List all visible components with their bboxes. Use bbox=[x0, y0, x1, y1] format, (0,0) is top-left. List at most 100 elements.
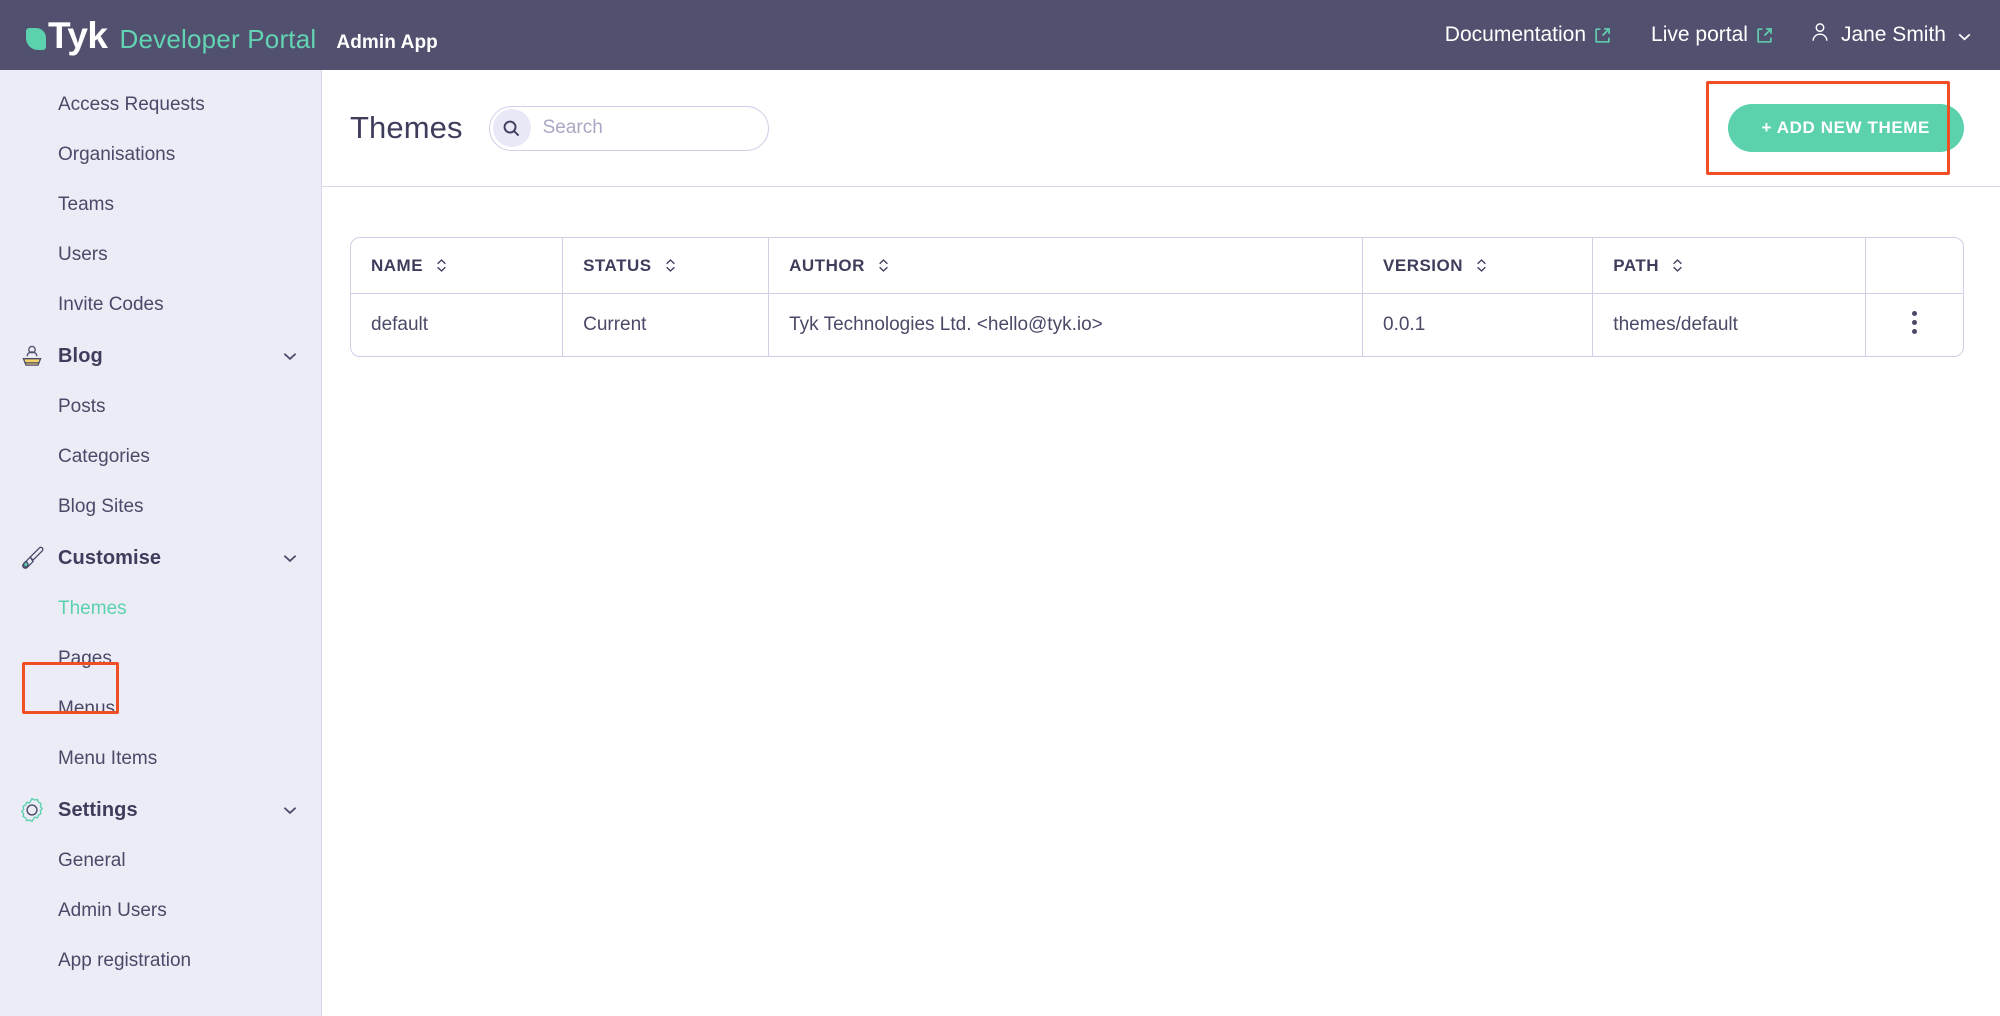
chevron-down-icon bbox=[281, 801, 299, 819]
column-header-path[interactable]: PATH bbox=[1593, 238, 1866, 294]
top-navigation-bar: Tyk Developer Portal Admin App Documenta… bbox=[0, 0, 2000, 70]
paintbrush-icon bbox=[16, 542, 48, 574]
table-header-row: NAME STATUS bbox=[351, 238, 1963, 294]
cell-actions bbox=[1866, 294, 1963, 356]
table-body: default Current Tyk Technologies Ltd. <h… bbox=[351, 294, 1963, 356]
column-header-label: NAME bbox=[371, 256, 423, 275]
sidebar-item-label: Menus bbox=[58, 698, 115, 720]
sidebar-item-label: Organisations bbox=[58, 144, 175, 166]
app-label: Admin App bbox=[336, 32, 438, 54]
sidebar-item-posts[interactable]: Posts bbox=[0, 382, 321, 432]
nav-link-documentation[interactable]: Documentation bbox=[1425, 23, 1631, 47]
sidebar-item-organisations[interactable]: Organisations bbox=[0, 130, 321, 180]
page-header: Themes + ADD NEW THEME bbox=[322, 70, 2000, 187]
column-header-label: STATUS bbox=[583, 256, 651, 275]
kebab-dot bbox=[1912, 329, 1917, 334]
column-header-label: VERSION bbox=[1383, 256, 1463, 275]
logo-wordmark: Tyk bbox=[48, 17, 108, 54]
sidebar-item-label: Posts bbox=[58, 396, 106, 418]
sort-updown-icon[interactable] bbox=[435, 258, 448, 273]
nav-link-live-portal[interactable]: Live portal bbox=[1631, 23, 1793, 47]
sidebar-item-access-requests[interactable]: Access Requests bbox=[0, 80, 321, 130]
sidebar-group-customise[interactable]: Customise bbox=[0, 532, 321, 584]
external-link-icon bbox=[1756, 27, 1773, 44]
chevron-down-icon bbox=[281, 549, 299, 567]
themes-table: NAME STATUS bbox=[350, 237, 1964, 357]
cell-name: default bbox=[351, 294, 563, 356]
gear-icon bbox=[16, 794, 48, 826]
search-icon[interactable] bbox=[493, 109, 531, 147]
sort-updown-icon[interactable] bbox=[664, 258, 677, 273]
sidebar-navigation: Access Requests Organisations Teams User… bbox=[0, 70, 322, 1016]
table-header: NAME STATUS bbox=[351, 238, 1963, 294]
sidebar-item-menus[interactable]: Menus bbox=[0, 684, 321, 734]
sidebar-item-label: Teams bbox=[58, 194, 114, 216]
sidebar-item-users[interactable]: Users bbox=[0, 230, 321, 280]
sidebar-item-label: Invite Codes bbox=[58, 294, 164, 316]
kebab-menu-icon[interactable] bbox=[1912, 307, 1917, 338]
sidebar-item-invite-codes[interactable]: Invite Codes bbox=[0, 280, 321, 330]
sidebar-item-categories[interactable]: Categories bbox=[0, 432, 321, 482]
nav-link-live-portal-label: Live portal bbox=[1651, 23, 1748, 47]
kebab-dot bbox=[1912, 320, 1917, 325]
sidebar-group-label: Settings bbox=[58, 799, 138, 822]
logo-subtitle: Developer Portal bbox=[120, 26, 317, 52]
sort-updown-icon[interactable] bbox=[877, 258, 890, 273]
brand-logo[interactable]: Tyk Developer Portal Admin App bbox=[26, 17, 438, 54]
sidebar-item-pages[interactable]: Pages bbox=[0, 634, 321, 684]
sidebar-item-label: Themes bbox=[58, 598, 127, 620]
search-box[interactable] bbox=[489, 106, 769, 151]
sidebar-item-label: Admin Users bbox=[58, 900, 167, 922]
cell-status: Current bbox=[563, 294, 769, 356]
user-menu[interactable]: Jane Smith bbox=[1793, 21, 1972, 49]
page-title: Themes bbox=[350, 110, 463, 146]
main-content: Themes + ADD NEW THEME bbox=[322, 70, 2000, 1016]
sidebar-item-label: App registration bbox=[58, 950, 191, 972]
add-new-theme-button[interactable]: + ADD NEW THEME bbox=[1728, 104, 1964, 152]
top-nav-right-group: Documentation Live portal bbox=[1425, 21, 1972, 49]
sort-updown-icon[interactable] bbox=[1475, 258, 1488, 273]
column-header-name[interactable]: NAME bbox=[351, 238, 563, 294]
sidebar-item-menu-items[interactable]: Menu Items bbox=[0, 734, 321, 784]
sidebar-item-general[interactable]: General bbox=[0, 836, 321, 886]
chevron-down-icon bbox=[1956, 27, 1972, 43]
sidebar-group-blog[interactable]: Blog bbox=[0, 330, 321, 382]
column-header-status[interactable]: STATUS bbox=[563, 238, 769, 294]
tyk-leaf-icon bbox=[26, 28, 46, 50]
external-link-icon bbox=[1594, 27, 1611, 44]
table-row[interactable]: default Current Tyk Technologies Ltd. <h… bbox=[351, 294, 1963, 356]
cell-version: 0.0.1 bbox=[1363, 294, 1593, 356]
add-new-theme-container: + ADD NEW THEME bbox=[1728, 104, 1964, 152]
column-header-version[interactable]: VERSION bbox=[1363, 238, 1593, 294]
sidebar-item-label: Access Requests bbox=[58, 94, 205, 116]
column-header-label: PATH bbox=[1613, 256, 1659, 275]
sidebar-item-label: Blog Sites bbox=[58, 496, 144, 518]
sidebar-item-label: General bbox=[58, 850, 126, 872]
cell-author: Tyk Technologies Ltd. <hello@tyk.io> bbox=[769, 294, 1363, 356]
chevron-down-icon bbox=[281, 347, 299, 365]
nav-link-documentation-label: Documentation bbox=[1445, 23, 1586, 47]
kebab-dot bbox=[1912, 311, 1917, 316]
sidebar-group-label: Customise bbox=[58, 547, 161, 570]
user-icon bbox=[1809, 21, 1831, 49]
sidebar-item-blog-sites[interactable]: Blog Sites bbox=[0, 482, 321, 532]
sidebar-group-settings[interactable]: Settings bbox=[0, 784, 321, 836]
sidebar-item-label: Pages bbox=[58, 648, 112, 670]
sidebar-item-label: Users bbox=[58, 244, 108, 266]
themes-table-container: NAME STATUS bbox=[322, 187, 2000, 357]
cell-path: themes/default bbox=[1593, 294, 1866, 356]
sidebar-item-label: Categories bbox=[58, 446, 150, 468]
sidebar-item-themes[interactable]: Themes bbox=[0, 584, 321, 634]
column-header-actions bbox=[1866, 238, 1963, 294]
search-input[interactable] bbox=[531, 107, 768, 150]
sidebar-item-app-registration[interactable]: App registration bbox=[0, 936, 321, 986]
sidebar-item-label: Menu Items bbox=[58, 748, 157, 770]
app-body: Access Requests Organisations Teams User… bbox=[0, 70, 2000, 1016]
column-header-label: AUTHOR bbox=[789, 256, 865, 275]
sidebar-group-label: Blog bbox=[58, 345, 103, 368]
column-header-author[interactable]: AUTHOR bbox=[769, 238, 1363, 294]
sidebar-item-admin-users[interactable]: Admin Users bbox=[0, 886, 321, 936]
blog-podium-icon bbox=[16, 340, 48, 372]
sidebar-item-teams[interactable]: Teams bbox=[0, 180, 321, 230]
sort-updown-icon[interactable] bbox=[1671, 258, 1684, 273]
